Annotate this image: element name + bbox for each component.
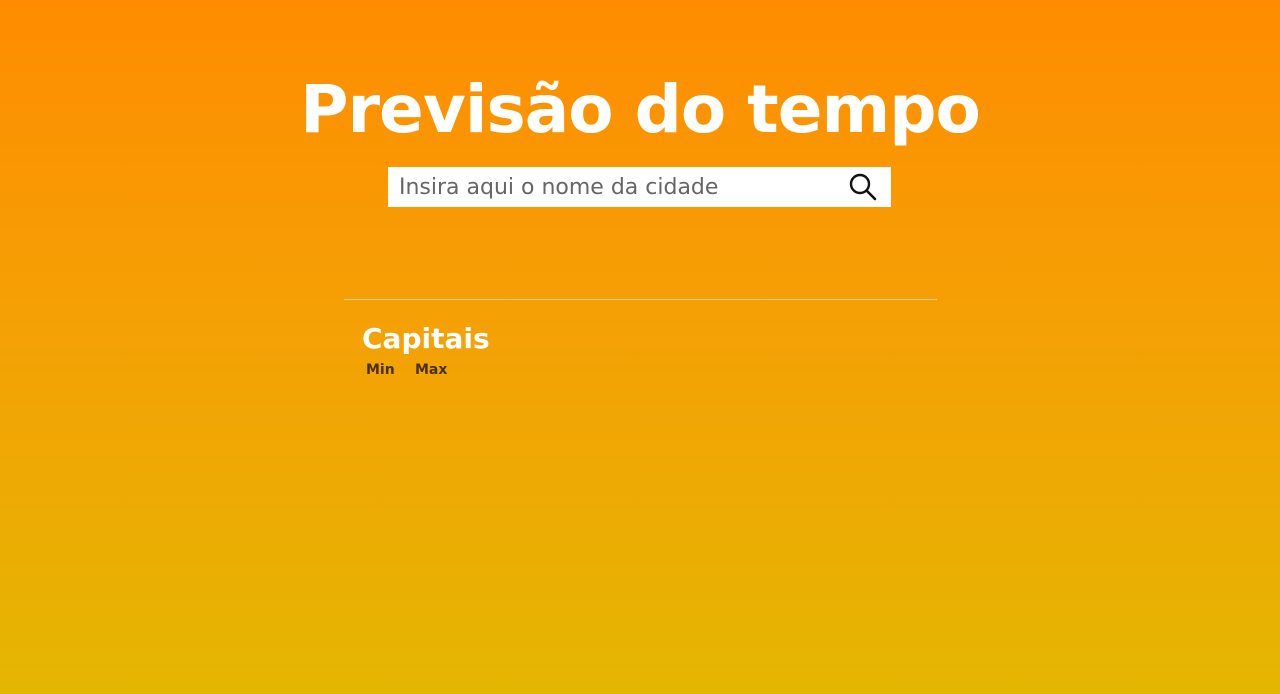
- capitals-title: Capitais: [362, 322, 490, 355]
- search-input[interactable]: [388, 167, 828, 207]
- search-icon: [849, 173, 877, 201]
- section-divider: [344, 299, 937, 300]
- min-column-header: Min: [366, 362, 395, 378]
- max-column-header: Max: [415, 362, 448, 378]
- page-title: Previsão do tempo: [300, 71, 981, 148]
- search-button[interactable]: [835, 167, 891, 207]
- search-bar: [388, 167, 891, 207]
